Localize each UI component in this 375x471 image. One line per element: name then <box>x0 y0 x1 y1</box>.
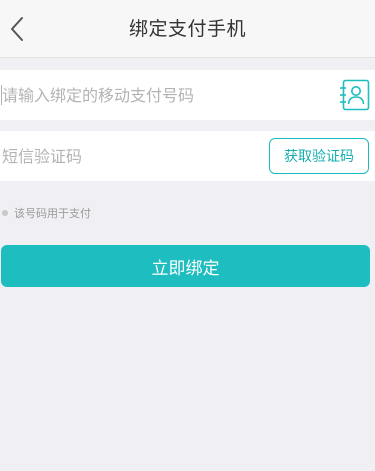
contact-picker-button[interactable] <box>339 79 371 111</box>
bullet-dot-icon <box>2 210 8 216</box>
get-code-button[interactable]: 获取验证码 <box>269 138 369 174</box>
sms-code-row: 获取验证码 <box>0 131 375 181</box>
hint-text: 该号码用于支付 <box>14 207 91 220</box>
bind-phone-page: 绑定支付手机 获取验证码 该号码用于支付 立即绑定 <box>0 0 375 471</box>
sms-code-input[interactable] <box>0 131 260 181</box>
contact-book-icon <box>340 79 370 111</box>
page-title: 绑定支付手机 <box>128 18 246 40</box>
hint: 该号码用于支付 <box>2 204 91 222</box>
phone-row <box>0 70 375 120</box>
phone-input[interactable] <box>0 70 330 120</box>
nav-header: 绑定支付手机 <box>0 0 375 58</box>
bind-now-button[interactable]: 立即绑定 <box>1 245 370 287</box>
